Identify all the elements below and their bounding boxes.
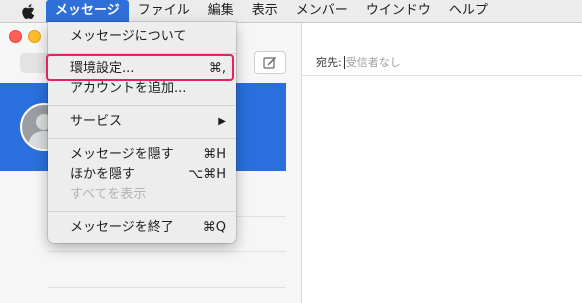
menu-window[interactable]: ウインドウ <box>357 0 440 22</box>
menu-help[interactable]: ヘルプ <box>440 0 497 22</box>
text-caret <box>343 55 345 69</box>
minimize-window-button[interactable] <box>28 30 41 43</box>
menu-view[interactable]: 表示 <box>243 0 287 22</box>
menu-item-hide-messages[interactable]: メッセージを隠す ⌘H <box>48 144 236 166</box>
menu-bar: メッセージ ファイル 編集 表示 メンバー ウインドウ ヘルプ <box>0 0 582 23</box>
conversation-divider <box>48 251 286 252</box>
submenu-arrow-icon: ▶ <box>218 116 226 127</box>
menu-item-about[interactable]: メッセージについて <box>48 26 236 48</box>
menu-item-show-all: すべてを表示 <box>70 187 147 202</box>
apple-icon[interactable] <box>22 3 36 19</box>
preferences-highlight-box <box>46 54 234 81</box>
menu-file[interactable]: ファイル <box>129 0 199 22</box>
conversation-divider <box>48 287 286 288</box>
menu-separator <box>48 211 236 212</box>
menu-item-hide-others[interactable]: ほかを隠す ⌥⌘H <box>48 164 236 186</box>
to-label: 宛先: <box>316 56 342 69</box>
recipient-input[interactable]: 受信者なし <box>346 54 401 70</box>
menu-separator <box>48 138 236 139</box>
compose-icon <box>263 57 276 69</box>
compose-button[interactable] <box>254 51 286 74</box>
menu-messages[interactable]: メッセージ <box>46 0 129 22</box>
menu-item-quit[interactable]: メッセージを終了 ⌘Q <box>48 217 236 239</box>
menu-item-add-account[interactable]: アカウントを追加... <box>48 78 236 100</box>
conversation-detail: 宛先: 受信者なし <box>302 23 582 303</box>
menu-edit[interactable]: 編集 <box>199 0 243 22</box>
menu-separator <box>48 105 236 106</box>
close-window-button[interactable] <box>9 30 22 43</box>
menu-item-services[interactable]: サービス ▶ <box>48 111 236 133</box>
menu-buddies[interactable]: メンバー <box>287 0 357 22</box>
recipient-row[interactable]: 宛先: 受信者なし <box>302 49 582 76</box>
